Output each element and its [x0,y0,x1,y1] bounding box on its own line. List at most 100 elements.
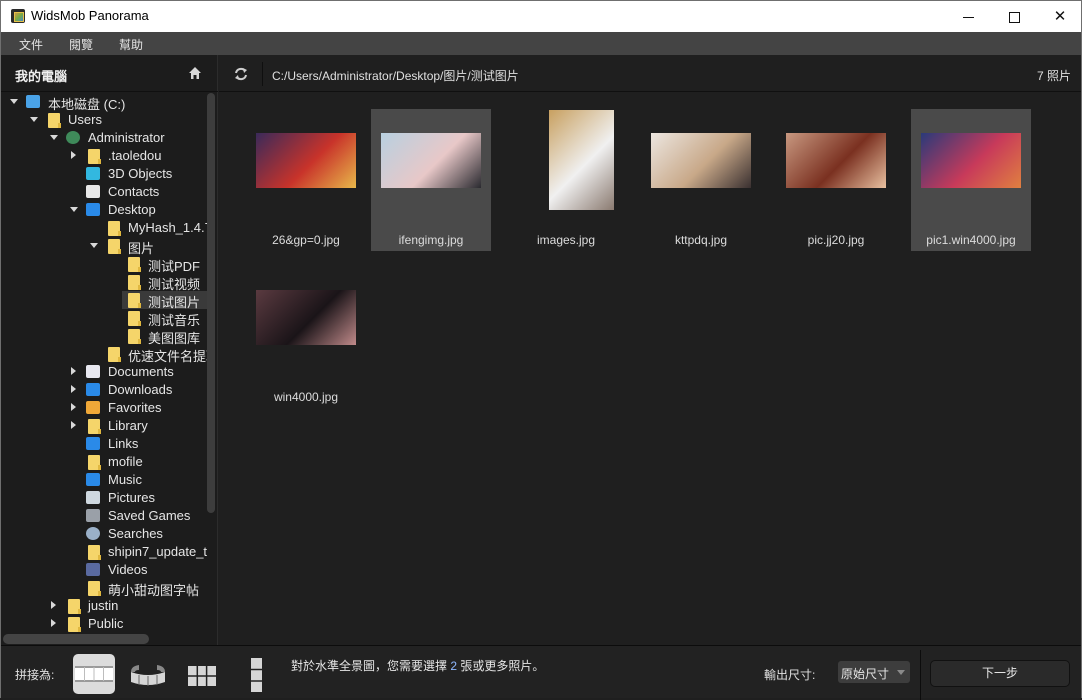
tree-item[interactable]: Public [1,615,207,633]
tree-vertical-scrollbar[interactable] [207,93,215,513]
tree-item[interactable]: Links [1,435,207,453]
mode-grid-button[interactable] [181,654,223,694]
tree-item[interactable]: Users [1,111,207,129]
photo-tile[interactable]: kttpdq.jpg [641,109,761,251]
desktop-icon [86,203,100,216]
app-logo-icon [11,9,25,23]
menu-view[interactable]: 閱覽 [69,36,93,53]
maximize-button[interactable] [991,1,1037,32]
mode-360-button[interactable] [127,654,169,694]
tree-item-label: Documents [108,364,174,379]
menu-bar: 文件 閱覽 幫助 [1,32,1081,55]
close-icon: ✕ [1053,8,1067,25]
tree-item[interactable]: 测试图片 [1,291,207,310]
menu-help[interactable]: 幫助 [119,36,143,53]
bottom-bar: 拼接為: 對於水準全景圖，您需要選擇 2 張或更多照片。 輸出尺寸: 原始尺寸 … [1,645,1081,700]
pictures-icon [86,491,100,504]
expand-arrow-icon[interactable] [49,133,59,143]
photo-tile[interactable]: pic.jj20.jpg [776,109,896,251]
tree-item[interactable]: 测试PDF [1,255,207,274]
tree-item[interactable]: MyHash_1.4.7_ [1,219,207,237]
folder-icon [128,293,141,308]
refresh-button[interactable] [233,66,249,82]
expand-arrow-icon[interactable] [29,115,39,125]
tree-item[interactable]: Documents [1,363,207,381]
tree-item[interactable]: Videos [1,561,207,579]
mode-vertical-button[interactable] [235,654,277,694]
tree-item[interactable]: Contacts [1,183,207,201]
next-step-button[interactable]: 下一步 [930,660,1070,687]
photo-tile[interactable]: ifengimg.jpg [371,109,491,251]
tree-item[interactable]: .taoledou [1,147,207,165]
home-button[interactable] [187,65,203,81]
tree-item-label: Searches [108,526,163,541]
tree-item[interactable]: 图片 [1,237,207,256]
folder-icon [108,239,121,254]
photo-tile[interactable]: images.jpg [506,109,626,251]
selection-hint: 對於水準全景圖，您需要選擇 2 張或更多照片。 [291,658,551,674]
tree-item[interactable]: 优速文件名提取 [1,345,207,364]
tree-item-label: Users [68,112,102,127]
tree-item[interactable]: 萌小甜动图字帖 [1,579,207,598]
minimize-button[interactable] [945,1,991,32]
tree-item[interactable]: Downloads [1,381,207,399]
folder-icon [48,113,61,128]
hint-text-start: 對於水準全景圖，您需要選擇 [291,659,451,673]
expand-arrow-icon[interactable] [69,205,79,215]
output-size-select[interactable]: 原始尺寸 [838,661,910,683]
tree-item[interactable]: 美图图库 [1,327,207,346]
tree-item[interactable]: 本地磁盘 (C:) [1,93,207,112]
tree-item-label: Links [108,436,139,451]
collapse-arrow-icon[interactable] [49,619,59,629]
folder-icon [108,347,121,362]
tree-item[interactable]: Favorites [1,399,207,417]
expand-arrow-icon[interactable] [89,241,99,251]
photo-thumbnail [921,133,1021,188]
tree-item[interactable]: Music [1,471,207,489]
tree-item[interactable]: Pictures [1,489,207,507]
photo-filename: win4000.jpg [273,390,339,404]
saved-games-icon [86,509,100,522]
tree-item-label: Public [88,616,124,631]
mode-horizontal-button[interactable] [73,654,115,694]
tree-item[interactable]: Library [1,417,207,435]
tree-item[interactable]: 测试视频 [1,273,207,292]
grid-panorama-icon [188,666,216,686]
expand-arrow-icon[interactable] [9,97,19,107]
tree-item[interactable]: shipin7_update_te [1,543,207,561]
collapse-arrow-icon[interactable] [49,601,59,611]
tree-item-label: Downloads [108,382,173,397]
photo-filename: 26&gp=0.jpg [272,233,340,247]
photo-tile[interactable]: win4000.jpg [246,266,366,408]
collapse-arrow-icon[interactable] [69,367,79,377]
tree-item[interactable]: Administrator [1,129,207,147]
3d-objects-icon [86,167,100,180]
tree-item[interactable]: justin [1,597,207,615]
collapse-arrow-icon[interactable] [69,385,79,395]
tree-item[interactable]: Desktop [1,201,207,219]
tree-item[interactable]: mofile [1,453,207,471]
tree-item[interactable]: Saved Games [1,507,207,525]
photo-thumbnail [549,110,614,210]
close-button[interactable]: ✕ [1037,1,1082,32]
folder-sidebar: 我的電腦 本地磁盘 (C:) Users Administrator .taoledo… [1,55,218,645]
tree-item[interactable]: 3D Objects [1,165,207,183]
photo-grid: 26&gp=0.jpg ifengimg.jpg images.jpg kttpdq.… [219,93,1081,645]
menu-file[interactable]: 文件 [19,36,43,53]
folder-icon [128,311,141,326]
tree-item-label: shipin7_update_te [108,544,207,559]
photo-tile[interactable]: 26&gp=0.jpg [246,109,366,251]
tree-item[interactable]: 测试音乐 [1,309,207,328]
sidebar-header: 我的電腦 [1,55,218,92]
tree-horizontal-scrollbar[interactable] [3,634,149,644]
collapse-arrow-icon[interactable] [69,151,79,161]
tree-item-label: Contacts [108,184,160,199]
collapse-arrow-icon[interactable] [69,403,79,413]
photo-tile[interactable]: pic1.win4000.jpg [911,109,1031,251]
bottom-divider [920,650,921,700]
photo-thumbnail [786,133,886,188]
collapse-arrow-icon[interactable] [69,421,79,431]
current-path: C:/Users/Administrator/Desktop/图片/测试图片 [272,69,519,83]
tree-item[interactable]: Searches [1,525,207,543]
tree-item-label: MyHash_1.4.7_ [128,220,207,235]
